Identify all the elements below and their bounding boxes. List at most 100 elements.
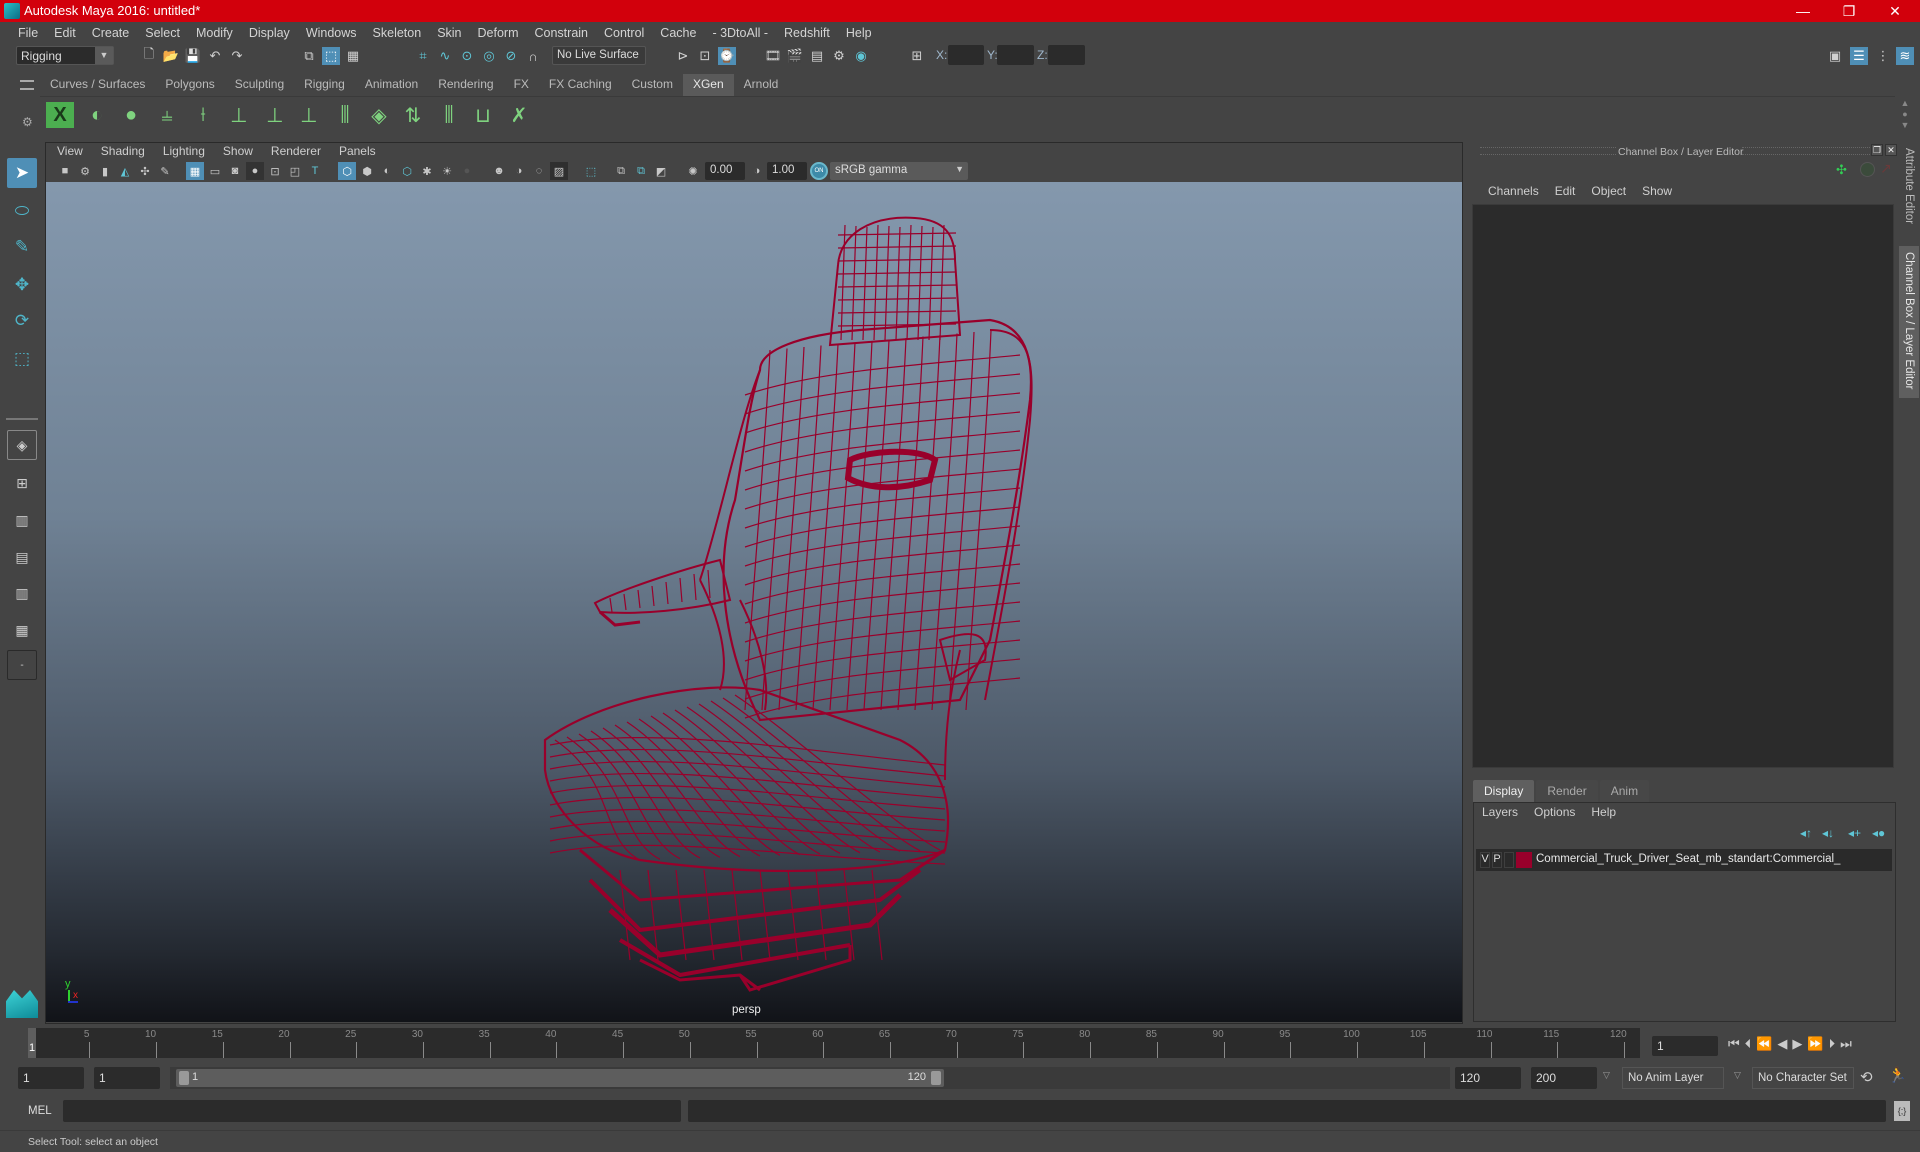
menu-skeleton[interactable]: Skeleton [365, 26, 430, 40]
xgen-move-guide-icon[interactable]: ⊥ [260, 100, 290, 130]
xgen-window-icon[interactable]: X [46, 102, 74, 128]
xray-icon[interactable]: ⬡ [398, 162, 416, 180]
color-space-dropdown[interactable]: sRGB gamma ▼ [830, 162, 968, 180]
shelf-tab-arnold[interactable]: Arnold [734, 74, 789, 96]
close-button[interactable]: ✕ [1872, 0, 1918, 22]
paint-select-tool-icon[interactable]: ✎ [7, 232, 37, 262]
color-management-toggle[interactable]: ON [810, 162, 828, 180]
panel-drag-handle[interactable] [1742, 147, 1870, 155]
menu-windows[interactable]: Windows [298, 26, 365, 40]
close-panel-icon[interactable]: ✕ [1885, 144, 1897, 156]
snap-live-icon[interactable]: ∩ [524, 47, 542, 65]
undo-icon[interactable]: ↶ [206, 47, 224, 65]
select-tool-icon[interactable]: ➤ [7, 158, 37, 188]
lasso-tool-icon[interactable]: ⬭ [7, 196, 37, 226]
create-layer-from-selected-icon[interactable]: ◂● [1872, 826, 1885, 840]
film-gate-icon[interactable]: ▭ [206, 162, 224, 180]
go-to-start-icon[interactable]: ⏮ [1728, 1036, 1740, 1052]
layer-tab-display[interactable]: Display [1473, 780, 1535, 802]
layer-color-swatch[interactable] [1516, 852, 1532, 868]
camera-attributes-icon[interactable]: ⚙ [76, 162, 94, 180]
wireframe-icon[interactable]: ⬡ [338, 162, 356, 180]
graph-persp-layout-icon[interactable]: ▤ [7, 542, 37, 572]
play-forward-icon[interactable]: ▶ [1792, 1036, 1802, 1052]
gamma-icon[interactable]: ◑ [748, 162, 766, 180]
layer-menu-options[interactable]: Options [1526, 805, 1583, 819]
isolate-select-icon[interactable]: ⬚ [582, 162, 600, 180]
save-scene-icon[interactable]: 💾 [184, 47, 202, 65]
character-set-dropdown[interactable]: No Character Set [1752, 1067, 1854, 1089]
viewport-menu-panels[interactable]: Panels [330, 144, 385, 160]
live-surface-field[interactable]: No Live Surface [552, 46, 646, 65]
play-backward-icon[interactable]: ◀ [1777, 1036, 1787, 1052]
animation-preferences-icon[interactable]: 🏃 [1888, 1066, 1907, 1084]
auto-key-icon[interactable]: ⟲ [1860, 1068, 1873, 1086]
z-coord-field[interactable] [1048, 45, 1085, 65]
menu-help[interactable]: Help [838, 26, 880, 40]
step-back-frame-icon[interactable]: ⏴ [1745, 1036, 1752, 1052]
hypershade-persp-layout-icon[interactable]: ▥ [7, 578, 37, 608]
attribute-editor-tab[interactable]: Attribute Editor [1899, 142, 1919, 242]
smooth-shade-icon[interactable]: ⬢ [358, 162, 376, 180]
shelf-tab-sculpting[interactable]: Sculpting [225, 74, 294, 96]
shelf-scroll-icon[interactable]: ▲ ● ▼ [1898, 98, 1912, 132]
shelf-tab-rigging[interactable]: Rigging [294, 74, 355, 96]
new-scene-icon[interactable]: 🗋 [140, 46, 158, 65]
viewport-menu-renderer[interactable]: Renderer [262, 144, 330, 160]
field-chart-icon[interactable]: ⊡ [266, 162, 284, 180]
menu-skin[interactable]: Skin [429, 26, 469, 40]
shelf-settings-icon[interactable]: ⚙ [22, 115, 33, 129]
menu-3dtoall[interactable]: - 3DtoAll - [704, 26, 776, 40]
grid-icon[interactable]: ▦ [186, 162, 204, 180]
layer-tab-render[interactable]: Render [1536, 780, 1598, 802]
persp-graph-hypergraph-layout-icon[interactable]: ▦ [7, 615, 37, 645]
xgen-cut-guides-icon[interactable]: ⇅ [398, 100, 428, 130]
grease-pencil-icon[interactable]: ✎ [156, 162, 174, 180]
exposure-icon[interactable]: ✺ [684, 162, 702, 180]
xgen-guide-layers-icon[interactable]: ◈ [364, 100, 394, 130]
menu-cache[interactable]: Cache [652, 26, 704, 40]
float-panel-icon[interactable]: ❐ [1871, 144, 1883, 156]
manipulator-axis-icon[interactable]: ✣ [1836, 162, 1847, 178]
layer-display-type-toggle[interactable] [1504, 852, 1514, 868]
gamma-field[interactable]: 1.00 [767, 162, 807, 180]
viewport-menu-shading[interactable]: Shading [92, 144, 154, 160]
range-end-handle[interactable] [931, 1071, 941, 1085]
anim-layer-dropdown-arrow-icon[interactable]: ▽ [1603, 1070, 1610, 1081]
character-set-dropdown-arrow-icon[interactable]: ▽ [1734, 1070, 1741, 1081]
snap-surface-icon[interactable]: ⊘ [502, 47, 520, 65]
xgen-lock-guide-icon[interactable]: ⊥ [294, 100, 324, 130]
menu-deform[interactable]: Deform [470, 26, 527, 40]
shelf-tab-curves-surfaces[interactable]: Curves / Surfaces [40, 74, 155, 96]
menu-select[interactable]: Select [137, 26, 188, 40]
channel-box-tab[interactable]: Channel Box / Layer Editor [1899, 246, 1919, 398]
render-current-icon[interactable]: 🎬 [786, 47, 804, 65]
menu-set-dropdown[interactable]: Rigging ▼ [16, 46, 114, 65]
shelf-tab-animation[interactable]: Animation [355, 74, 428, 96]
select-object-icon[interactable]: ⬚ [322, 47, 340, 65]
exposure-field[interactable]: 0.00 [705, 162, 745, 180]
use-all-lights-icon[interactable]: ☀ [438, 162, 456, 180]
slow-icon[interactable]: ↗ [1880, 160, 1892, 177]
ipr-render-icon[interactable]: ▤ [808, 47, 826, 65]
construction-history-icon[interactable]: ⌚ [718, 47, 736, 65]
shelf-tab-polygons[interactable]: Polygons [155, 74, 224, 96]
viewport-menu-lighting[interactable]: Lighting [154, 144, 214, 160]
ambient-occlusion-icon[interactable]: ☻ [490, 162, 508, 180]
gate-mask-icon[interactable]: ● [246, 162, 264, 180]
xgen-clear-preview-icon[interactable]: ● [116, 100, 146, 130]
time-ruler[interactable]: 1 5 10 15 20 25 30 35 40 45 50 55 60 65 70 75 80 85 90 95 1… [28, 1028, 1640, 1058]
menu-edit[interactable]: Edit [46, 26, 84, 40]
seat-wireframe-model[interactable] [46, 182, 1462, 1022]
shelf-tab-custom[interactable]: Custom [622, 74, 683, 96]
panel-drag-handle[interactable] [1480, 147, 1616, 155]
viewport-menu-show[interactable]: Show [214, 144, 262, 160]
y-coord-field[interactable] [997, 45, 1034, 65]
shadows-icon[interactable]: ● [458, 162, 476, 180]
move-layer-down-icon[interactable]: ◂↓ [1822, 826, 1834, 840]
3d-viewport[interactable]: y x persp [46, 182, 1462, 1022]
x-coord-field[interactable] [948, 45, 984, 65]
viewport-menu-view[interactable]: View [48, 144, 92, 160]
command-input[interactable] [63, 1100, 681, 1122]
xgen-select-guides-icon[interactable]: ⫼ [434, 100, 464, 130]
